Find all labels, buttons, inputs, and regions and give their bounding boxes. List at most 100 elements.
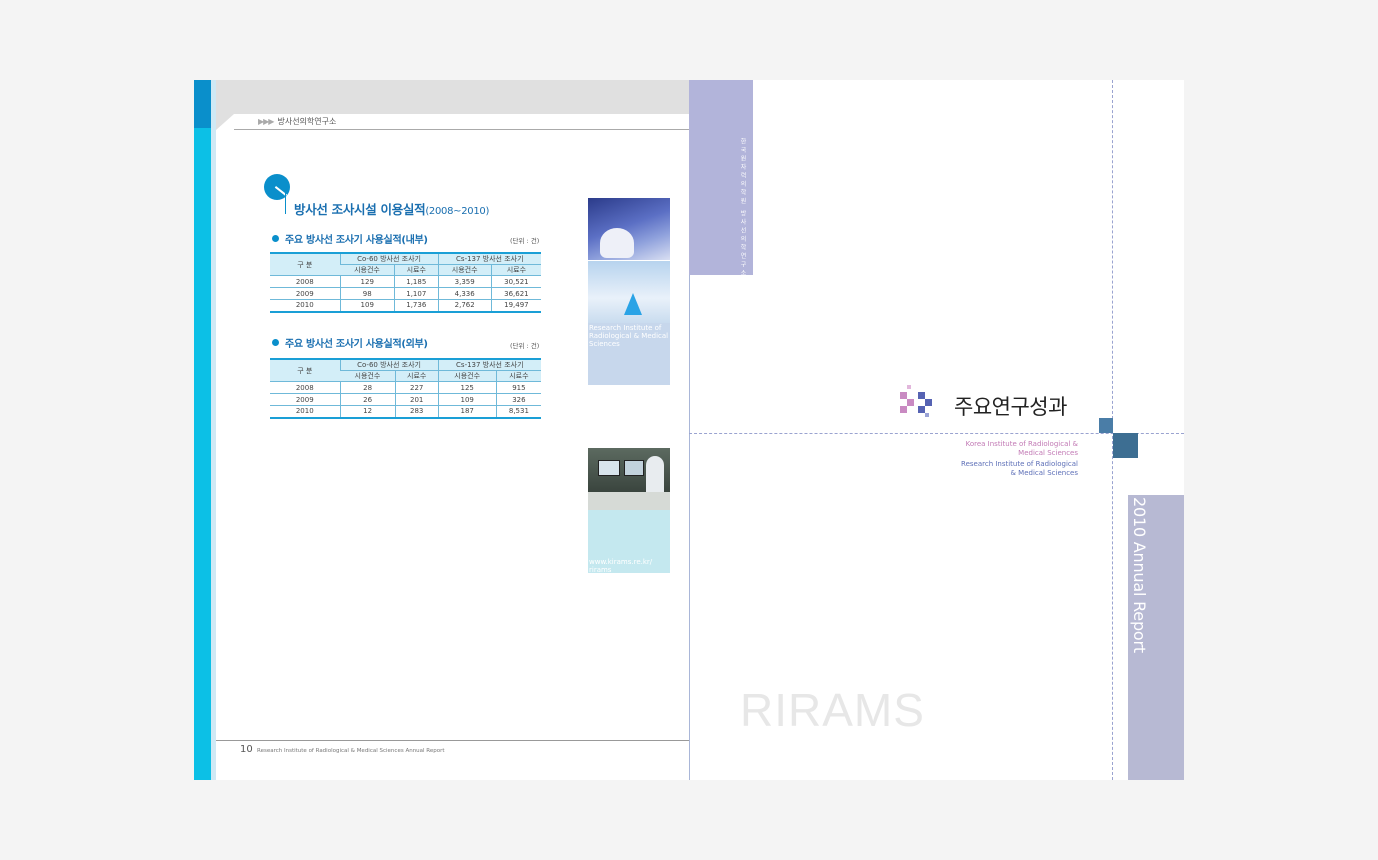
cell: 125 (437, 381, 497, 394)
breadcrumb-arrows-icon: ▶▶▶ (258, 117, 275, 126)
group-header: Co-60 방사선 조사기 (339, 358, 439, 371)
cell-year: 2008 (270, 275, 340, 288)
section-marker-icon (264, 174, 290, 200)
cell: 283 (394, 405, 439, 419)
left-color-strip (194, 80, 211, 780)
cell: 12 (339, 405, 396, 419)
column-header: 시용건수 (437, 370, 497, 382)
cell-year: 2009 (270, 287, 340, 300)
column-header: 시료수 (490, 264, 541, 276)
institute-line: Medical Sciences (1018, 448, 1078, 457)
cell: 187 (437, 405, 497, 419)
url-box: www.kirams.re.kr/ rirams (588, 510, 670, 574)
photo-caption-box: Research Institute of Radiological & Med… (588, 323, 670, 385)
report-spread: ▶▶▶ 방사선의학연구소 방사선 조사시설 이용실적(2008~2010) 주요 … (194, 80, 1184, 780)
cell-year: 2008 (270, 381, 340, 394)
column-header: 시용건수 (340, 370, 396, 382)
column-header: 시용건수 (340, 264, 395, 276)
accent-square-small (1099, 418, 1113, 433)
table-row: 2010 12 283 187 8,531 (270, 405, 541, 419)
institute-line: Research Institute of Radiological (961, 460, 1078, 468)
group-header: Co-60 방사선 조사기 (339, 252, 439, 265)
left-light-strip (211, 80, 216, 780)
cell: 4,336 (437, 287, 492, 300)
monitor-image (624, 460, 644, 476)
column-header: 시료수 (393, 264, 439, 276)
page-header-band (216, 80, 689, 114)
cell: 30,521 (490, 275, 541, 288)
table-unit: (단위 : 건) (510, 342, 540, 350)
cell: 109 (339, 299, 395, 313)
table-title-internal: 주요 방사선 조사기 사용실적(내부) (272, 231, 428, 246)
cell: 36,621 (490, 287, 541, 300)
cell: 2,762 (437, 299, 492, 313)
section-title-years: (2008~2010) (425, 206, 490, 217)
usage-table-external: 구 분 Co-60 방사선 조사기 Cs-137 방사선 조사기 시용건수 시료… (270, 358, 541, 419)
breadcrumb: ▶▶▶ 방사선의학연구소 (258, 116, 336, 127)
annual-report-label: 2010 Annual Report (1130, 497, 1149, 653)
table-row: 2008 28 227 125 915 (270, 381, 541, 394)
flask-image (624, 293, 642, 315)
table-title-text: 주요 방사선 조사기 사용실적(외부) (285, 339, 428, 350)
section-title-text: 방사선 조사시설 이용실적 (294, 202, 426, 217)
cell: 98 (339, 287, 395, 300)
cell: 19,497 (490, 299, 541, 313)
cell: 326 (495, 393, 541, 406)
left-color-strip-top (194, 80, 211, 128)
cell: 129 (339, 275, 395, 288)
cell: 1,107 (393, 287, 439, 300)
vertical-institute-label: 한국원자력의학원 방사선의학연구소 (739, 138, 746, 279)
bullet-icon (272, 339, 279, 346)
table-row: 2009 98 1,107 4,336 36,621 (270, 287, 541, 300)
cell: 3,359 (437, 275, 492, 288)
rirams-watermark: RIRAMS (740, 684, 925, 736)
table-row: 2009 26 201 109 326 (270, 393, 541, 406)
researcher-image (646, 456, 664, 496)
cell: 26 (339, 393, 396, 406)
page-number: 10 (240, 744, 253, 755)
bullet-icon (272, 235, 279, 242)
cell-year: 2010 (270, 405, 340, 419)
cell: 201 (394, 393, 439, 406)
table-title-text: 주요 방사선 조사기 사용실적(내부) (285, 235, 428, 246)
monitor-image (598, 460, 620, 476)
breadcrumb-label: 방사선의학연구소 (277, 117, 337, 126)
institute-name-pink: Korea Institute of Radiological & Medica… (894, 440, 1078, 457)
footer-rule (216, 740, 689, 741)
institute-line: & Medical Sciences (1010, 468, 1078, 477)
group-header: Cs-137 방사선 조사기 (437, 358, 541, 371)
main-title: 주요연구성과 (954, 395, 1067, 419)
lab-photo-flask (588, 261, 670, 323)
lab-photo-scientist (588, 198, 670, 260)
cell: 1,185 (393, 275, 439, 288)
column-header: 시료수 (394, 370, 439, 382)
institute-line: Korea Institute of Radiological & (965, 440, 1078, 448)
table-row: 2008 129 1,185 3,359 30,521 (270, 275, 541, 288)
table-unit: (단위 : 건) (510, 237, 540, 245)
lab-figure-image (600, 228, 634, 258)
lab-photo-monitors (588, 448, 670, 510)
cell: 1,736 (393, 299, 439, 313)
cell-year: 2009 (270, 393, 340, 406)
column-header: 시용건수 (437, 264, 492, 276)
cell: 28 (339, 381, 396, 394)
desk-image (588, 492, 670, 510)
table-title-external: 주요 방사선 조사기 사용실적(외부) (272, 335, 428, 350)
column-header: 시료수 (495, 370, 541, 382)
footer-text: Research Institute of Radiological & Med… (257, 748, 445, 754)
cell: 8,531 (495, 405, 541, 419)
cell: 915 (495, 381, 541, 394)
row-header: 구 분 (270, 358, 340, 382)
usage-table-internal: 구 분 Co-60 방사선 조사기 Cs-137 방사선 조사기 시용건수 시료… (270, 252, 541, 313)
header-notch (216, 114, 234, 130)
row-header: 구 분 (270, 252, 340, 276)
group-header: Cs-137 방사선 조사기 (437, 252, 541, 265)
cell: 227 (394, 381, 439, 394)
cell-year: 2010 (270, 299, 340, 313)
website-url[interactable]: www.kirams.re.kr/ rirams (589, 558, 670, 574)
accent-square-large (1113, 433, 1138, 458)
institute-name-blue: Research Institute of Radiological & Med… (894, 460, 1078, 477)
section-title: 방사선 조사시설 이용실적(2008~2010) (294, 199, 489, 218)
cell: 109 (437, 393, 497, 406)
section-marker-line (285, 192, 286, 214)
